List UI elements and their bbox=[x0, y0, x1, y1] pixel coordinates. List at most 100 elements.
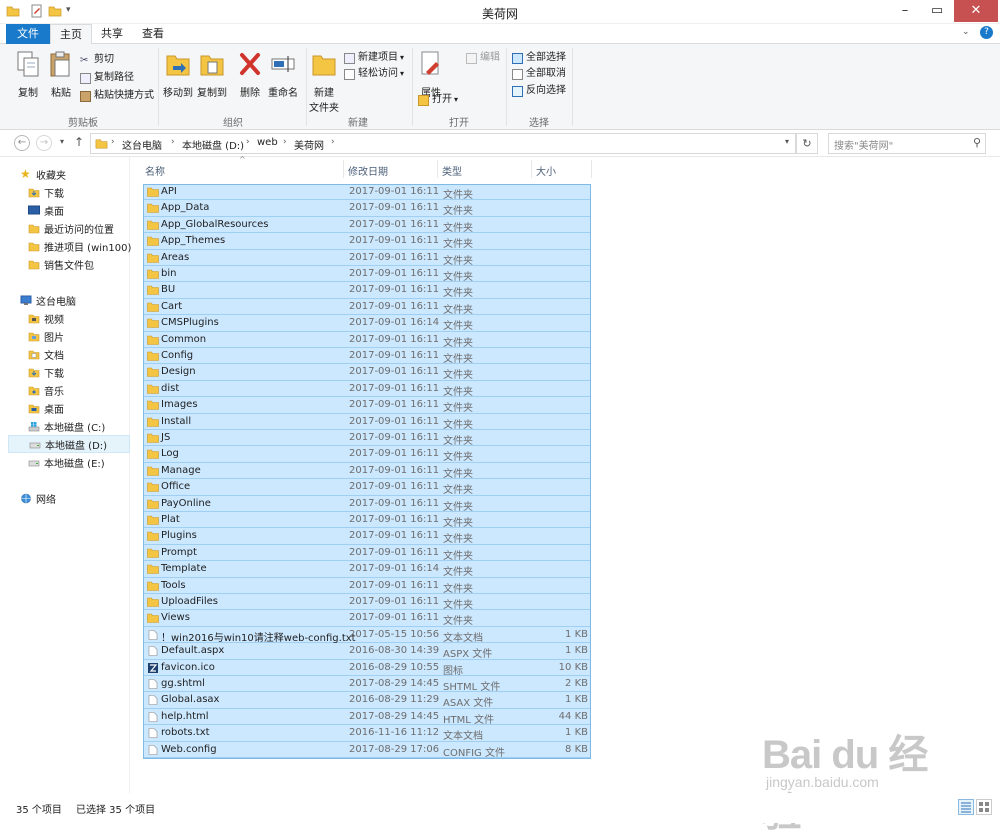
new-item-button[interactable]: 新建项目 ▾ bbox=[344, 50, 404, 66]
file-row[interactable]: Cart 2017-09-01 16:11 文件夹 bbox=[143, 298, 591, 316]
nav-item-project[interactable]: 推进项目 (win100) bbox=[28, 237, 131, 255]
file-row[interactable]: ！win2016与win10请注释web-config.txt 2017-05-1… bbox=[143, 626, 591, 644]
file-row[interactable]: Default.aspx 2016-08-30 14:39 ASPX 文件 1 KB bbox=[143, 643, 591, 660]
column-separator[interactable] bbox=[531, 160, 532, 178]
select-none-button[interactable]: 全部取消 bbox=[512, 66, 566, 82]
recent-locations-icon[interactable]: ▾ bbox=[60, 137, 64, 146]
copy-path-button[interactable]: 复制路径 bbox=[80, 70, 134, 86]
nav-item-drive-c[interactable]: 本地磁盘 (C:) bbox=[28, 417, 128, 435]
nav-item-drive-e[interactable]: 本地磁盘 (E:) bbox=[28, 453, 128, 471]
breadcrumb-web[interactable]: web bbox=[257, 137, 278, 148]
file-row[interactable]: API 2017-09-01 16:11 文件夹 bbox=[143, 184, 591, 201]
file-row[interactable]: Office 2017-09-01 16:11 文件夹 bbox=[143, 479, 591, 496]
file-row[interactable]: App_Themes 2017-09-01 16:11 文件夹 bbox=[143, 233, 591, 250]
column-header-type[interactable]: 类型 bbox=[442, 163, 462, 178]
nav-item-desktop[interactable]: 桌面 bbox=[28, 201, 128, 219]
close-button[interactable]: ✕ bbox=[954, 0, 998, 22]
file-row[interactable]: Config 2017-09-01 16:11 文件夹 bbox=[143, 348, 591, 365]
large-icons-view-button[interactable] bbox=[976, 799, 992, 815]
column-separator[interactable] bbox=[437, 160, 438, 178]
nav-item-downloads-pc[interactable]: 下载 bbox=[28, 363, 128, 381]
invert-selection-button[interactable]: 反向选择 bbox=[512, 83, 566, 99]
minimize-button[interactable]: – bbox=[890, 0, 920, 22]
nav-favorites[interactable]: ★ 收藏夹 bbox=[20, 165, 128, 183]
delete-button[interactable]: 删除 bbox=[236, 50, 264, 99]
file-row[interactable]: Areas 2017-09-01 16:11 文件夹 bbox=[143, 249, 591, 267]
help-icon[interactable]: ? bbox=[980, 26, 993, 39]
nav-item-videos[interactable]: 视频 bbox=[28, 309, 128, 327]
move-to-button[interactable]: 移动到 bbox=[162, 50, 194, 99]
nav-this-pc[interactable]: 这台电脑 bbox=[20, 291, 128, 309]
file-row[interactable]: Common 2017-09-01 16:11 文件夹 bbox=[143, 331, 591, 349]
file-row[interactable]: UploadFiles 2017-09-01 16:11 文件夹 bbox=[143, 594, 591, 611]
file-row[interactable]: App_Data 2017-09-01 16:11 文件夹 bbox=[143, 200, 591, 217]
breadcrumb-this-pc[interactable]: 这台电脑 bbox=[122, 137, 162, 152]
nav-network[interactable]: 网络 bbox=[20, 489, 128, 507]
ribbon-collapse-icon[interactable]: ⌄ bbox=[962, 27, 970, 37]
file-row[interactable]: bin 2017-09-01 16:11 文件夹 bbox=[143, 266, 591, 283]
copy-button[interactable]: 复制 bbox=[10, 50, 46, 99]
file-row[interactable]: JS 2017-09-01 16:11 文件夹 bbox=[143, 430, 591, 447]
search-icon[interactable]: ⚲ bbox=[973, 136, 981, 149]
breadcrumb-current[interactable]: 美荷网 bbox=[294, 137, 324, 152]
tab-file[interactable]: 文件 bbox=[6, 24, 50, 44]
paste-shortcut-button[interactable]: 粘贴快捷方式 bbox=[80, 88, 154, 104]
maximize-button[interactable]: ▭ bbox=[922, 0, 952, 22]
column-separator[interactable] bbox=[591, 160, 592, 178]
nav-item-downloads[interactable]: 下载 bbox=[28, 183, 128, 201]
copy-to-button[interactable]: 复制到 bbox=[196, 50, 228, 99]
breadcrumb-separator[interactable]: › bbox=[171, 137, 175, 147]
breadcrumb-drive-d[interactable]: 本地磁盘 (D:) bbox=[182, 137, 244, 152]
easy-access-button[interactable]: 轻松访问 ▾ bbox=[344, 66, 404, 82]
select-all-button[interactable]: 全部选择 bbox=[512, 50, 566, 66]
address-dropdown-icon[interactable]: ▾ bbox=[785, 137, 789, 146]
chevron-down-icon[interactable]: ▾ bbox=[66, 5, 71, 15]
tab-share[interactable]: 共享 bbox=[92, 24, 132, 44]
file-row[interactable]: favicon.ico 2016-08-29 10:55 图标 10 KB bbox=[143, 659, 591, 677]
file-row[interactable]: Template 2017-09-01 16:14 文件夹 bbox=[143, 561, 591, 578]
address-bar[interactable]: › 这台电脑 › 本地磁盘 (D:) › web › 美荷网 › ▾ bbox=[90, 133, 796, 154]
file-row[interactable]: Manage 2017-09-01 16:11 文件夹 bbox=[143, 462, 591, 480]
breadcrumb-separator[interactable]: › bbox=[331, 137, 335, 147]
file-row[interactable]: Plat 2017-09-01 16:11 文件夹 bbox=[143, 512, 591, 529]
file-row[interactable]: robots.txt 2016-11-16 11:12 文本文档 1 KB bbox=[143, 725, 591, 742]
nav-item-desktop-pc[interactable]: 桌面 bbox=[28, 399, 128, 417]
forward-button[interactable]: → bbox=[36, 135, 52, 151]
breadcrumb-separator[interactable]: › bbox=[246, 137, 250, 147]
column-header-size[interactable]: 大小 bbox=[536, 163, 556, 178]
breadcrumb-separator[interactable]: › bbox=[283, 137, 287, 147]
nav-item-documents[interactable]: 文档 bbox=[28, 345, 128, 363]
details-view-button[interactable] bbox=[958, 799, 974, 815]
file-row[interactable]: App_GlobalResources 2017-09-01 16:11 文件夹 bbox=[143, 216, 591, 234]
paste-button[interactable]: 粘贴 bbox=[44, 50, 78, 99]
tab-view[interactable]: 查看 bbox=[132, 24, 174, 44]
new-folder-button[interactable]: 新建 文件夹 bbox=[308, 50, 340, 114]
file-row[interactable]: BU 2017-09-01 16:11 文件夹 bbox=[143, 282, 591, 299]
breadcrumb-separator[interactable]: › bbox=[111, 137, 115, 147]
nav-item-drive-d[interactable]: 本地磁盘 (D:) bbox=[8, 435, 130, 453]
file-row[interactable]: Plugins 2017-09-01 16:11 文件夹 bbox=[143, 528, 591, 545]
file-row[interactable]: help.html 2017-08-29 14:45 HTML 文件 44 KB bbox=[143, 708, 591, 726]
column-separator[interactable] bbox=[343, 160, 344, 178]
tab-home[interactable]: 主页 bbox=[50, 24, 92, 45]
file-row[interactable]: Log 2017-09-01 16:11 文件夹 bbox=[143, 446, 591, 463]
nav-item-pictures[interactable]: 图片 bbox=[28, 327, 128, 345]
file-row[interactable]: Images 2017-09-01 16:11 文件夹 bbox=[143, 397, 591, 414]
file-row[interactable]: Install 2017-09-01 16:11 文件夹 bbox=[143, 413, 591, 431]
refresh-button[interactable]: ↻ bbox=[796, 133, 818, 154]
file-row[interactable]: Web.config 2017-08-29 17:06 CONFIG 文件 8 KB bbox=[143, 741, 591, 759]
file-row[interactable]: dist 2017-09-01 16:11 文件夹 bbox=[143, 380, 591, 398]
nav-item-recent[interactable]: 最近访问的位置 bbox=[28, 219, 128, 237]
rename-button[interactable]: 重命名 bbox=[266, 50, 300, 99]
file-row[interactable]: gg.shtml 2017-08-29 14:45 SHTML 文件 2 KB bbox=[143, 676, 591, 693]
new-folder-quick-icon[interactable] bbox=[48, 4, 62, 18]
nav-item-sales[interactable]: 销售文件包 bbox=[28, 255, 128, 273]
file-row[interactable]: PayOnline 2017-09-01 16:11 文件夹 bbox=[143, 495, 591, 513]
file-row[interactable]: Prompt 2017-09-01 16:11 文件夹 bbox=[143, 544, 591, 562]
edit-button[interactable]: 编辑 bbox=[466, 50, 500, 66]
properties-quick-icon[interactable] bbox=[30, 4, 44, 18]
nav-item-music[interactable]: 音乐 bbox=[28, 381, 128, 399]
up-button[interactable]: ↑ bbox=[74, 135, 84, 149]
column-header-name[interactable]: 名称 bbox=[145, 163, 165, 178]
column-header-date[interactable]: 修改日期 bbox=[348, 163, 388, 178]
